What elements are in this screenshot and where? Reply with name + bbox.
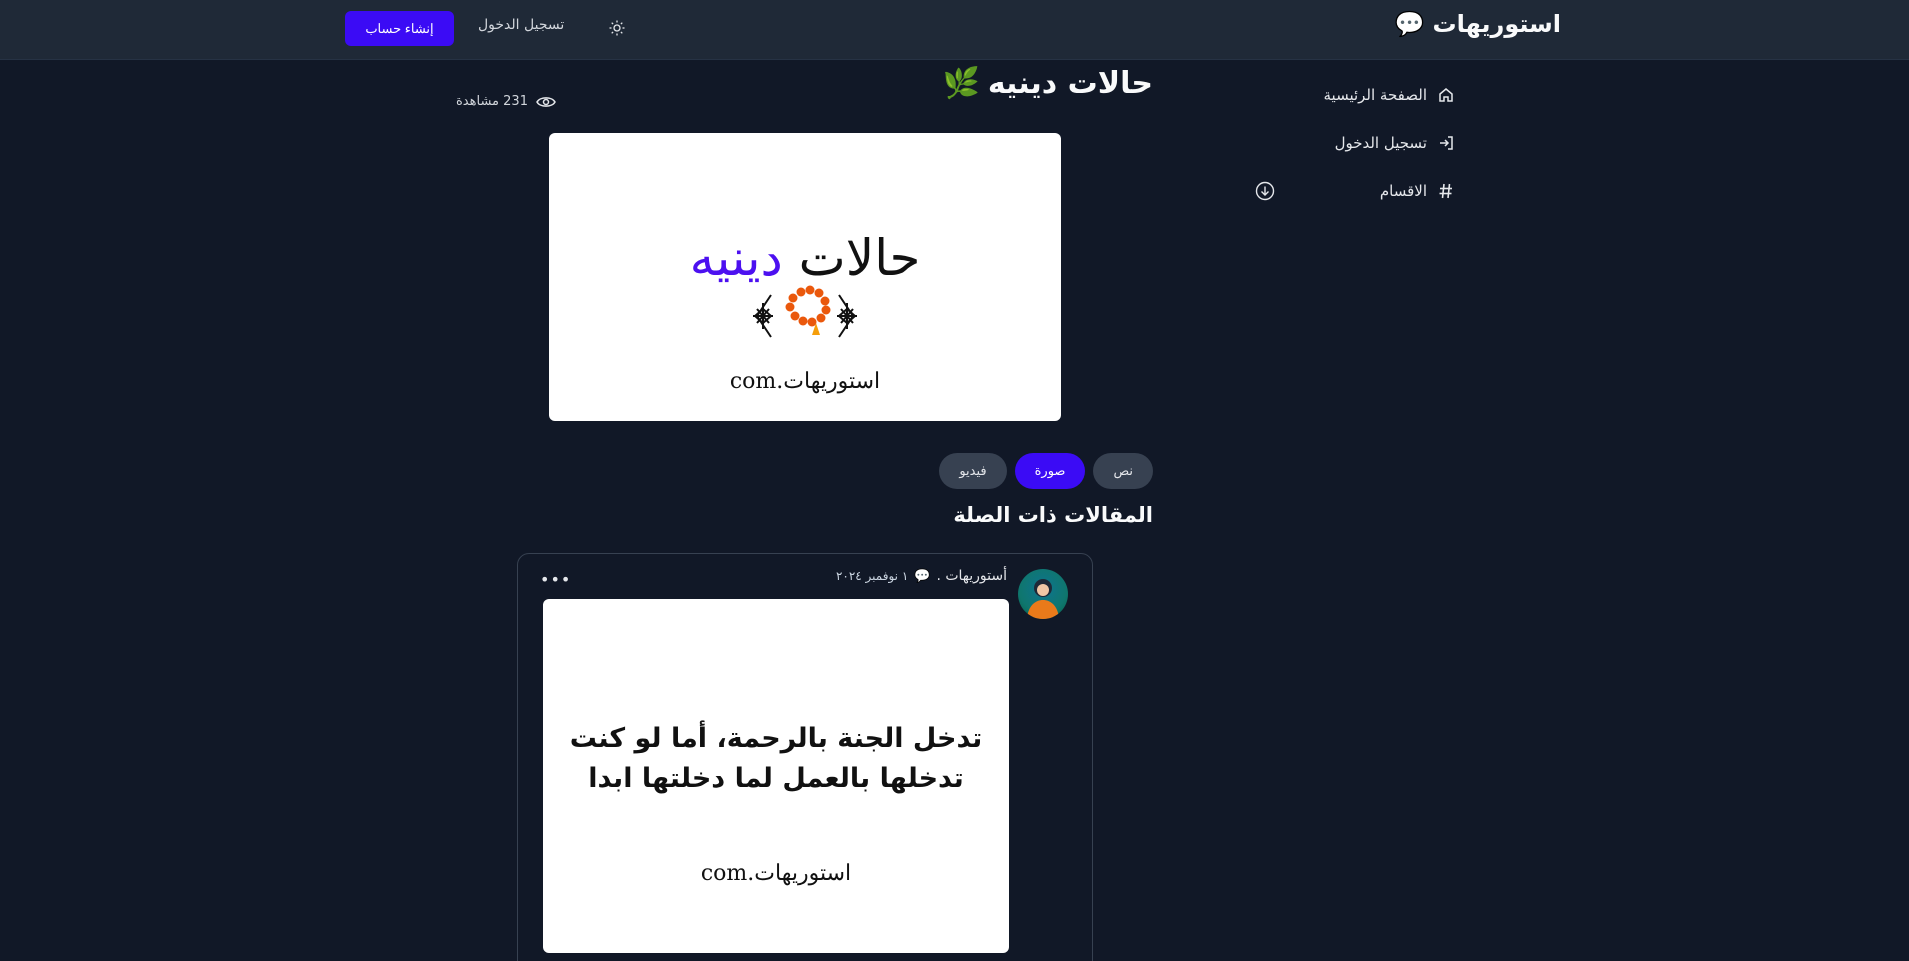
more-horizontal-icon[interactable]: ••• [540,570,571,589]
home-icon [1439,88,1453,102]
chat-bubble-icon: 💬 [1394,10,1425,38]
quote-text: تدخل الجنة بالرحمة، أما لو كنت تدخلها با… [569,723,983,794]
page-title: حالات دينيه 🌿 [942,66,1153,101]
eye-icon [536,96,556,107]
sidebar-item-label: الصفحة الرئيسية [1323,86,1428,104]
post-meta: أستوريهات . 💬 ١ نوفمبر ٢٠٢٤ [836,568,1007,584]
brand-name: استوريهات [1432,10,1561,38]
author-name[interactable]: أستوريهات . [936,568,1007,584]
chat-bubble-icon: 💬 [914,568,931,584]
tag-image[interactable]: صورة [1014,453,1086,489]
signup-button[interactable]: إنشاء حساب [345,11,454,46]
related-post-card[interactable]: أستوريهات . 💬 ١ نوفمبر ٢٠٢٤ ••• تدخل الج… [517,553,1093,961]
post-date: ١ نوفمبر ٢٠٢٤ [835,569,909,583]
tag-video[interactable]: فيديو [939,453,1007,489]
view-count-text: 231 مشاهدة [456,94,528,109]
sidebar-item-categories[interactable]: الاقسام [1255,178,1455,204]
sun-icon[interactable] [609,20,625,36]
chevron-down-circle-icon[interactable] [1255,181,1275,201]
hash-icon [1439,183,1452,199]
post-tags: نص صورة فيديو [939,453,1153,489]
leaf-icon: 🌿 [942,66,980,101]
avatar[interactable] [1018,569,1068,619]
post-image[interactable]: حالات دينيه استوريهات.com [549,133,1061,421]
hero-title: حالات دينيه [689,229,921,287]
top-navbar: استوريهات 💬 تسجيل الدخول إنشاء حساب [0,0,1909,60]
login-icon [1440,136,1453,150]
card-watermark: استوريهات.com [700,861,852,886]
related-posts-heading: المقالات ذات الصلة [953,503,1153,527]
sidebar-item-login[interactable]: تسجيل الدخول [1255,130,1455,156]
sidebar-item-label: الاقسام [1379,182,1427,200]
sidebar-item-home[interactable]: الصفحة الرئيسية [1255,82,1455,108]
tag-text[interactable]: نص [1093,453,1153,489]
header-login-link[interactable]: تسجيل الدخول [478,17,564,33]
hero-watermark: استوريهات.com [729,369,881,394]
sidebar-nav: الصفحة الرئيسية تسجيل الدخول الاقسام [1255,82,1455,226]
sidebar-item-label: تسجيل الدخول [1334,134,1427,152]
view-count: 231 مشاهدة [456,94,556,109]
related-post-image[interactable]: تدخل الجنة بالرحمة، أما لو كنت تدخلها با… [543,599,1009,953]
post-title-text: حالات دينيه [987,66,1153,101]
prayer-beads-icon [753,285,857,338]
brand-logo[interactable]: استوريهات 💬 [1395,10,1561,38]
